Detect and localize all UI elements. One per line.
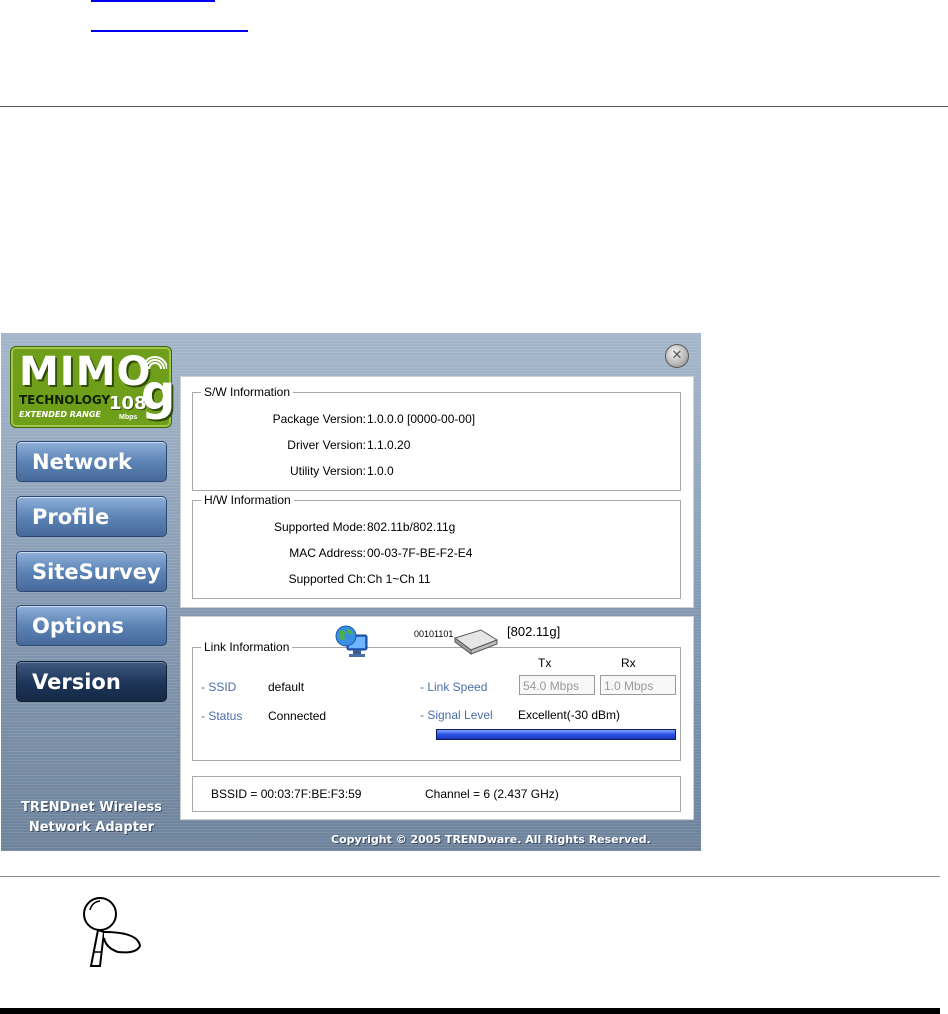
divider-middle bbox=[0, 876, 940, 877]
sw-info-group: S/W Information Package Version: 1.0.0.0… bbox=[192, 385, 681, 491]
divider-top bbox=[0, 106, 948, 107]
rx-rate-field: 1.0 Mbps bbox=[600, 675, 676, 695]
channel-text: Channel = 6 (2.437 GHz) bbox=[425, 787, 559, 801]
sw-info-title: S/W Information bbox=[201, 385, 294, 399]
logo-word: MIMO bbox=[19, 349, 152, 395]
driver-version-value: 1.1.0.20 bbox=[367, 438, 411, 452]
link-info-group: Link Information - SSID default - Status… bbox=[192, 640, 681, 761]
utility-version-value: 1.0.0 bbox=[367, 464, 394, 478]
network-globe-icon bbox=[335, 625, 368, 657]
bssid-channel-box: BSSID = 00:03:7F:BE:F3:59 Channel = 6 (2… bbox=[192, 776, 681, 812]
product-name-line2: Network Adapter bbox=[28, 820, 155, 835]
binary-text: 00101101 bbox=[414, 629, 454, 639]
nav-profile-button[interactable]: Profile bbox=[16, 496, 167, 537]
magnifier-note-icon bbox=[83, 897, 142, 967]
mac-address-label: MAC Address: bbox=[289, 546, 366, 560]
divider-bottom bbox=[0, 1008, 940, 1014]
status-label: - Status bbox=[201, 709, 243, 723]
supported-mode-value: 802.11b/802.11g bbox=[367, 520, 456, 534]
nav-sitesurvey-button[interactable]: SiteSurvey bbox=[16, 551, 167, 592]
bssid-text: BSSID = 00:03:7F:BE:F3:59 bbox=[211, 787, 362, 801]
mimo-logo: MIMO TECHNOLOGY EXTENDED RANGE 108 g Mbp… bbox=[10, 346, 176, 428]
rx-label: Rx bbox=[621, 656, 636, 670]
driver-version-label: Driver Version: bbox=[287, 438, 366, 452]
hw-info-group: H/W Information Supported Mode: 802.11b/… bbox=[192, 493, 681, 599]
ssid-value: default bbox=[268, 680, 305, 694]
supported-ch-value: Ch 1~Ch 11 bbox=[367, 572, 431, 586]
close-icon[interactable]: ✕ bbox=[665, 344, 689, 368]
package-version-value: 1.0.0.0 [0000-00-00] bbox=[367, 412, 476, 426]
signal-level-value: Excellent(-30 dBm) bbox=[518, 708, 621, 722]
logo-g: g bbox=[141, 365, 176, 421]
product-name: TRENDnet Wireless Network Adapter bbox=[9, 798, 174, 838]
tx-label: Tx bbox=[538, 656, 552, 670]
logo-unit: Mbps bbox=[119, 414, 138, 421]
signal-level-bar bbox=[436, 729, 676, 740]
tx-rate-field: 54.0 Mbps bbox=[519, 675, 595, 695]
link-speed-label: - Link Speed bbox=[420, 680, 488, 694]
wireless-adapter-icon bbox=[453, 629, 499, 655]
hw-info-title: H/W Information bbox=[201, 493, 294, 507]
mac-address-value: 00-03-7F-BE-F2-E4 bbox=[367, 546, 473, 560]
document-link-1[interactable] bbox=[91, 0, 215, 2]
document-link-2[interactable] bbox=[91, 30, 248, 32]
signal-level-label: - Signal Level bbox=[420, 708, 493, 722]
supported-ch-label: Supported Ch: bbox=[288, 572, 366, 586]
version-info-panel: S/W Information Package Version: 1.0.0.0… bbox=[180, 376, 694, 608]
utility-window: MIMO TECHNOLOGY EXTENDED RANGE 108 g Mbp… bbox=[1, 333, 701, 851]
ssid-label: - SSID bbox=[201, 680, 237, 694]
status-value: Connected bbox=[268, 709, 327, 723]
utility-version-label: Utility Version: bbox=[289, 464, 366, 478]
nav-version-button[interactable]: Version bbox=[16, 661, 167, 702]
logo-technology: TECHNOLOGY bbox=[19, 393, 111, 407]
product-name-line1: TRENDnet Wireless bbox=[20, 800, 162, 815]
link-info-title: Link Information bbox=[201, 640, 293, 654]
nav-network-button[interactable]: Network bbox=[16, 441, 167, 482]
supported-mode-label: Supported Mode: bbox=[273, 520, 366, 534]
wireless-mode-text: [802.11g] bbox=[507, 624, 561, 639]
link-info-panel: Link Information - SSID default - Status… bbox=[180, 616, 694, 820]
nav-options-button[interactable]: Options bbox=[16, 605, 167, 646]
copyright-text: Copyright © 2005 TRENDware. All Rights R… bbox=[331, 833, 651, 846]
package-version-label: Package Version: bbox=[272, 412, 366, 426]
logo-extended-range: EXTENDED RANGE bbox=[19, 410, 101, 419]
